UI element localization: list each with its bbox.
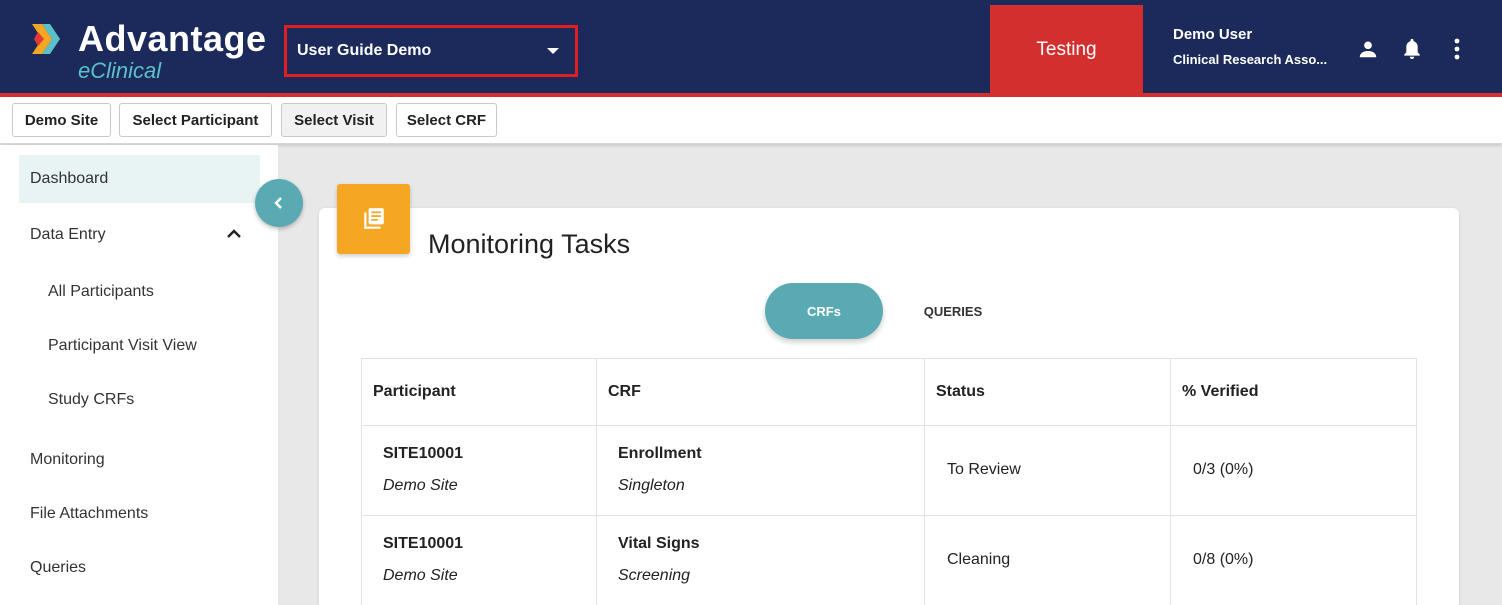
study-select-value: User Guide Demo: [297, 42, 432, 59]
sidebar-item-study-crfs[interactable]: Study CRFs: [19, 376, 260, 424]
user-role: Clinical Research Asso...: [1173, 52, 1328, 67]
crf-visit: Screening: [618, 567, 691, 584]
sidebar-item-dashboard[interactable]: Dashboard: [19, 155, 260, 203]
sidebar-item-label: Dashboard: [30, 170, 109, 187]
participant-cell: SITE10001 Demo Site: [362, 516, 597, 605]
crf-name[interactable]: Vital Signs: [618, 535, 700, 553]
column-header-participant[interactable]: Participant: [362, 359, 597, 425]
status-text: Cleaning: [947, 551, 1011, 568]
study-select[interactable]: User Guide Demo: [284, 25, 578, 77]
environment-badge: Testing: [990, 5, 1143, 95]
sidebar-item-all-participants[interactable]: All Participants: [19, 268, 260, 316]
caret-down-icon: [547, 48, 559, 54]
tab-queries[interactable]: QUERIES: [903, 283, 1003, 339]
app-logo[interactable]: Advantage eClinical: [30, 18, 270, 83]
user-name: Demo User: [1173, 26, 1253, 43]
verified-text: 0/8 (0%): [1193, 551, 1254, 568]
logo-subtitle: eClinical: [78, 58, 162, 83]
verified-cell: 0/8 (0%): [1171, 516, 1416, 605]
participant-cell: SITE10001 Demo Site: [362, 426, 597, 516]
verified-cell: 0/3 (0%): [1171, 426, 1416, 516]
chevron-left-icon: [274, 197, 282, 209]
user-info[interactable]: Demo User Clinical Research Asso...: [1173, 26, 1327, 67]
collapse-sidebar-button[interactable]: [255, 179, 303, 227]
chevron-up-icon: [227, 229, 241, 238]
participant-site: Demo Site: [383, 567, 458, 584]
participant-site: Demo Site: [383, 477, 458, 494]
sidebar-item-label: Queries: [30, 559, 87, 576]
logo-chevron-icon: [32, 24, 60, 54]
tab-crfs[interactable]: CRFs: [765, 283, 883, 339]
crf-name[interactable]: Enrollment: [618, 445, 702, 463]
context-toolbar: Demo Site Select Participant Select Visi…: [0, 97, 1502, 144]
crf-cell: Vital Signs Screening: [597, 516, 925, 605]
sidebar-item-label: Monitoring: [30, 451, 105, 468]
select-visit-button[interactable]: Select Visit: [281, 103, 387, 137]
participant-id[interactable]: SITE10001: [383, 445, 463, 463]
column-header-crf[interactable]: CRF: [597, 359, 925, 425]
library-books-icon: [337, 184, 410, 254]
status-cell: To Review: [925, 426, 1171, 516]
table-row[interactable]: SITE10001 Demo Site Enrollment Singleton…: [362, 425, 1416, 516]
logo-title: Advantage: [78, 18, 267, 59]
account-icon[interactable]: [1355, 36, 1381, 62]
app-header: Advantage eClinical User Guide Demo Test…: [0, 0, 1502, 97]
sidebar-item-data-entry[interactable]: Data Entry: [19, 211, 260, 259]
bell-icon[interactable]: [1399, 36, 1425, 62]
sidebar-item-label: Participant Visit View: [48, 337, 197, 354]
site-button[interactable]: Demo Site: [12, 103, 111, 137]
sidebar-item-label: All Participants: [48, 283, 154, 300]
column-header-status[interactable]: Status: [925, 359, 1171, 425]
crf-visit: Singleton: [618, 477, 685, 494]
status-text: To Review: [947, 461, 1021, 478]
participant-id[interactable]: SITE10001: [383, 535, 463, 553]
verified-text: 0/3 (0%): [1193, 461, 1254, 478]
page-title: Monitoring Tasks: [428, 229, 631, 259]
crf-cell: Enrollment Singleton: [597, 426, 925, 516]
sidebar-item-file-attachments[interactable]: File Attachments: [19, 490, 260, 538]
more-vert-icon[interactable]: [1444, 36, 1470, 62]
table-row[interactable]: SITE10001 Demo Site Vital Signs Screenin…: [362, 515, 1416, 605]
column-header-verified[interactable]: % Verified: [1171, 359, 1416, 425]
select-crf-button[interactable]: Select CRF: [396, 103, 497, 137]
sidebar: Dashboard Data Entry All Participants Pa…: [0, 145, 278, 605]
sidebar-item-monitoring[interactable]: Monitoring: [19, 436, 260, 484]
status-cell: Cleaning: [925, 516, 1171, 605]
sidebar-item-label: Study CRFs: [48, 391, 135, 408]
sidebar-item-participant-visit-view[interactable]: Participant Visit View: [19, 322, 260, 370]
sidebar-item-label: File Attachments: [30, 505, 149, 522]
monitoring-tasks-table: Participant CRF Status % Verified SITE10…: [361, 358, 1417, 605]
select-participant-button[interactable]: Select Participant: [119, 103, 272, 137]
sidebar-item-label: Data Entry: [30, 226, 106, 243]
sidebar-item-queries[interactable]: Queries: [19, 544, 260, 592]
